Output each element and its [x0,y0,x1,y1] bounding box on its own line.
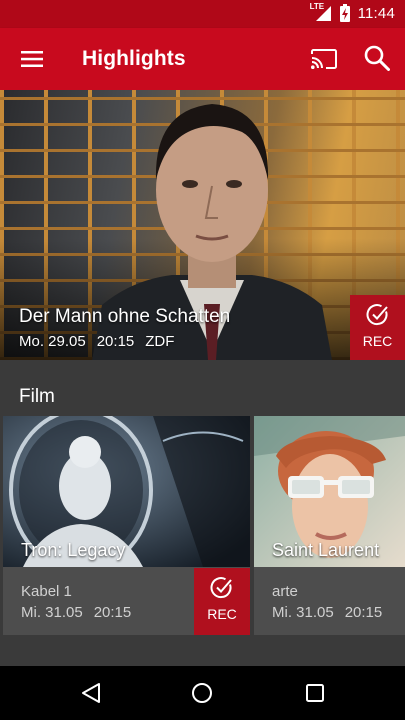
cast-icon [311,49,337,69]
menu-button[interactable] [12,41,52,77]
cast-button[interactable] [304,42,344,76]
rec-label: REC [362,333,393,349]
hero-channel: ZDF [145,333,175,350]
hero-time: 20:15 [96,333,135,350]
status-bar: LTE 11:44 [0,0,405,28]
movie-card-schedule: Mi. 31.05 20:15 [272,604,382,621]
signal-icon: LTE [309,2,332,22]
home-icon [192,683,212,703]
movie-rec-button[interactable]: REC [194,568,250,635]
movie-card-time: 20:15 [344,604,383,621]
back-icon [82,683,100,703]
check-circle-icon [366,304,388,326]
hero-meta: Mo. 29.05 20:15 ZDF [19,333,174,350]
movie-card-info: arte Mi. 31.05 20:15 [254,567,405,635]
system-nav-bar [0,666,405,720]
movie-card-time: 20:15 [93,604,132,621]
check-circle-icon [210,577,232,599]
battery-icon [339,4,350,22]
search-button[interactable] [357,39,397,77]
rec-label: REC [207,606,237,622]
clock: 11:44 [357,4,395,22]
movie-card[interactable]: Saint Laurent arte Mi. 31.05 20:15 [254,416,405,635]
movie-card-date: Mi. 31.05 [272,604,334,621]
hero-title: Der Mann ohne Schatten [19,306,231,327]
search-icon [364,45,390,71]
movie-card-title: Saint Laurent [272,540,380,560]
status-icons: LTE 11:44 [309,2,395,22]
hero-date: Mo. 29.05 [19,333,86,350]
network-type: LTE [309,2,325,11]
recents-button[interactable] [295,676,335,710]
movie-card-channel: arte [272,583,298,600]
app-bar: Highlights [0,28,405,90]
menu-icon [21,51,43,67]
movie-card[interactable]: Tron: Legacy Kabel 1 Mi. 31.05 20:15 REC [3,416,250,635]
back-button[interactable] [71,676,111,710]
recents-icon [306,684,324,702]
movie-card-schedule: Mi. 31.05 20:15 [21,604,131,621]
section-title-film: Film [19,386,55,407]
movie-card-date: Mi. 31.05 [21,604,83,621]
movie-card-title: Tron: Legacy [21,540,126,560]
page-title: Highlights [82,47,186,70]
hero-highlight[interactable]: Der Mann ohne Schatten Mo. 29.05 20:15 Z… [0,90,405,360]
home-button[interactable] [182,676,222,710]
hero-rec-button[interactable]: REC [350,295,405,360]
movie-card-channel: Kabel 1 [21,583,72,600]
